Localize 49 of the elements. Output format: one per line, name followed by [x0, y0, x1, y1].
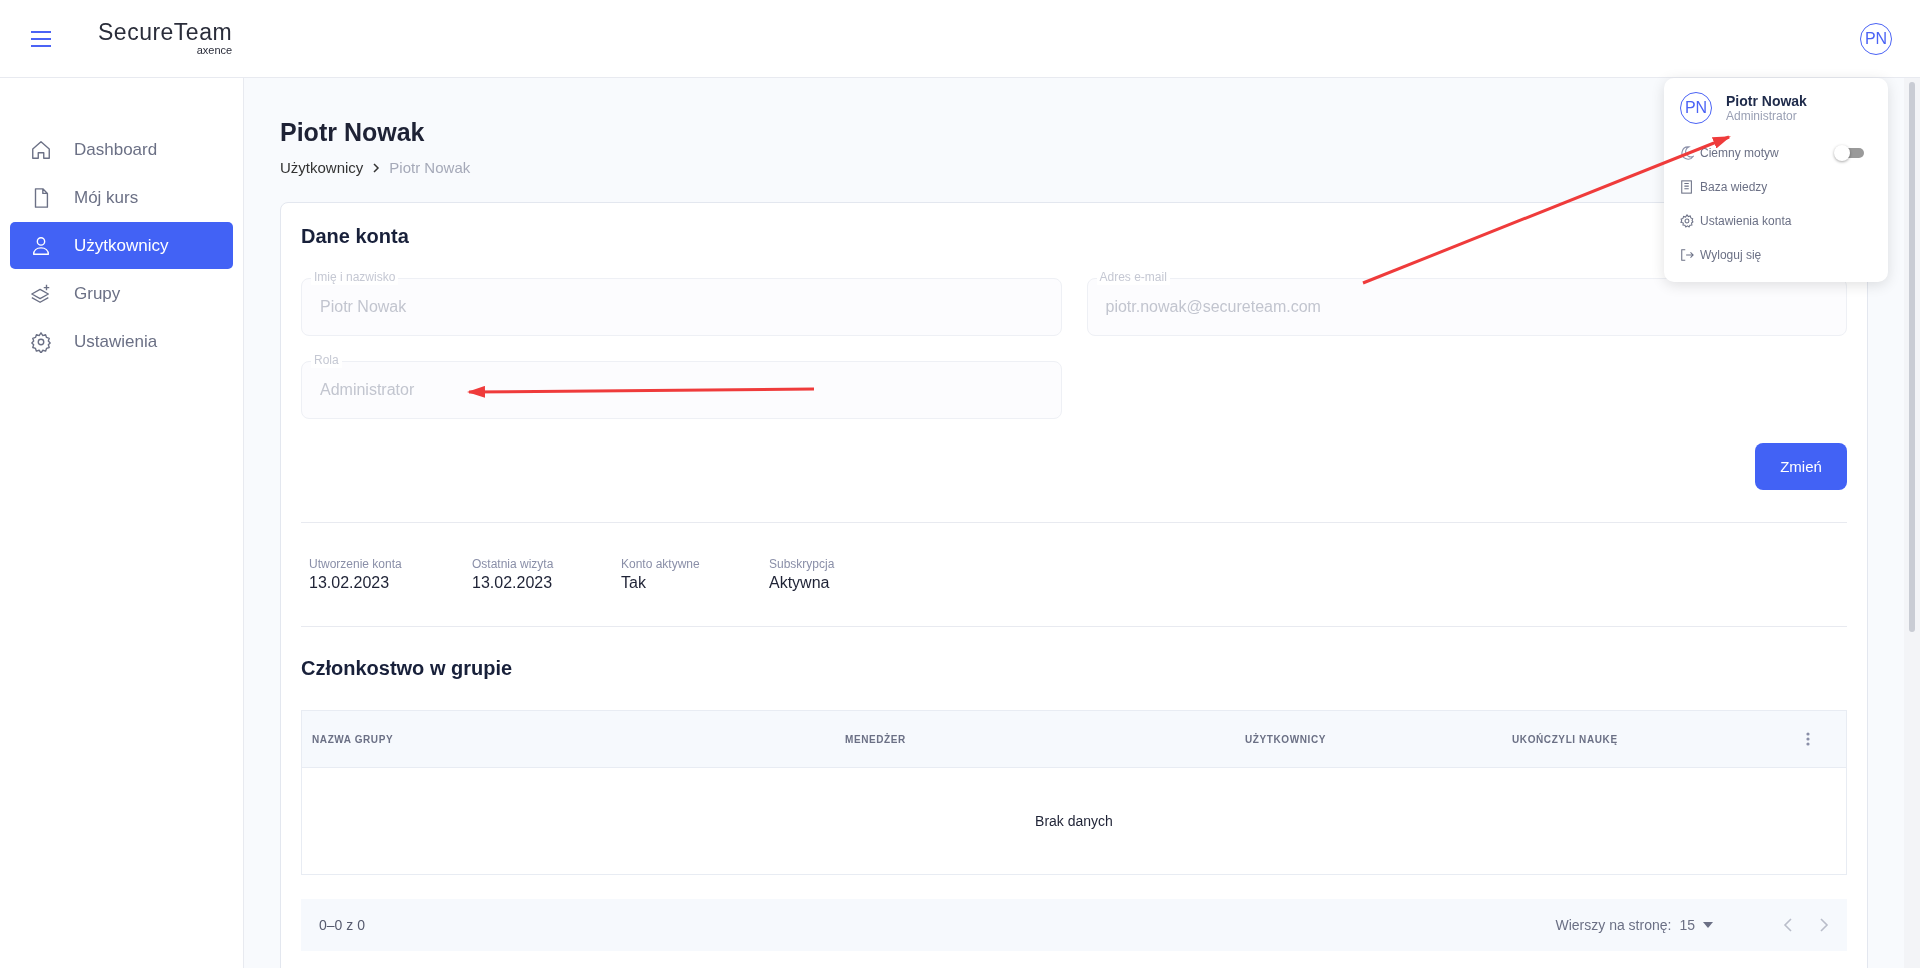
stat-value: Tak: [621, 574, 647, 592]
user-role: Administrator: [1726, 109, 1798, 123]
stat-label: Utworzenie konta: [309, 557, 403, 571]
sidebar-item[interactable]: Grupy: [10, 270, 233, 317]
menu-icon[interactable]: [30, 30, 52, 47]
moon-icon: [1680, 146, 1694, 160]
rows-per-page-label: Wierszy na stronę:: [1555, 917, 1672, 933]
stat-value: 13.02.2023: [309, 574, 391, 592]
menu-item[interactable]: Baza wiedzy: [1680, 170, 1872, 204]
change-button[interactable]: Zmień: [1755, 443, 1847, 490]
column-header[interactable]: UŻYTKOWNICY: [1245, 733, 1512, 745]
next-page-icon[interactable]: [1819, 918, 1829, 932]
sidebar-item[interactable]: Mój kurs: [10, 174, 233, 221]
settings-icon: [1680, 214, 1694, 228]
stat-label: Subskrypcja: [769, 557, 835, 571]
rows-per-page-select[interactable]: 15: [1679, 917, 1713, 933]
previous-page-icon[interactable]: [1783, 918, 1793, 932]
page-title: Piotr Nowak: [280, 118, 425, 147]
sidebar-item[interactable]: Dashboard: [10, 126, 233, 173]
sidebar-item[interactable]: Ustawienia: [10, 318, 233, 365]
breadcrumb-link[interactable]: Użytkownicy: [280, 159, 364, 176]
empty-message: Brak danych: [1035, 813, 1113, 829]
menu-item[interactable]: Ciemny motyw: [1700, 146, 1779, 160]
stat-value: 13.02.2023: [472, 574, 554, 592]
logout-icon: [1680, 248, 1694, 262]
menu-item[interactable]: Wyloguj się: [1680, 238, 1872, 272]
logo[interactable]: SecureTeam axence: [98, 21, 233, 56]
more-icon[interactable]: [1806, 732, 1810, 746]
menu-item[interactable]: Ustawienia konta: [1680, 204, 1872, 238]
page-range: 0–0 z 0: [319, 917, 365, 933]
scrollbar[interactable]: [1904, 78, 1920, 968]
layers-icon: [30, 282, 52, 305]
settings-icon: [30, 330, 52, 353]
stat-value: Aktywna: [769, 574, 831, 592]
column-header[interactable]: MENEDŻER: [845, 733, 1245, 745]
section-heading: Członkostwo w grupie: [301, 657, 513, 680]
stat-label: Konto aktywne: [621, 557, 701, 571]
toggle-switch[interactable]: [1836, 148, 1864, 158]
column-header[interactable]: UKOŃCZYLI NAUKĘ: [1512, 733, 1806, 745]
home-icon: [30, 138, 52, 161]
caret-icon: [1703, 922, 1713, 928]
user-name: Piotr Nowak: [1726, 93, 1807, 109]
column-header[interactable]: NAZWA GRUPY: [312, 733, 845, 745]
stat-label: Ostatnia wizyta: [472, 557, 555, 571]
sidebar-item[interactable]: Użytkownicy: [10, 222, 233, 269]
section-heading: Dane konta: [301, 225, 409, 248]
user-icon: [30, 234, 52, 257]
book-icon: [1680, 180, 1694, 194]
chevron-right-icon: [372, 162, 381, 173]
